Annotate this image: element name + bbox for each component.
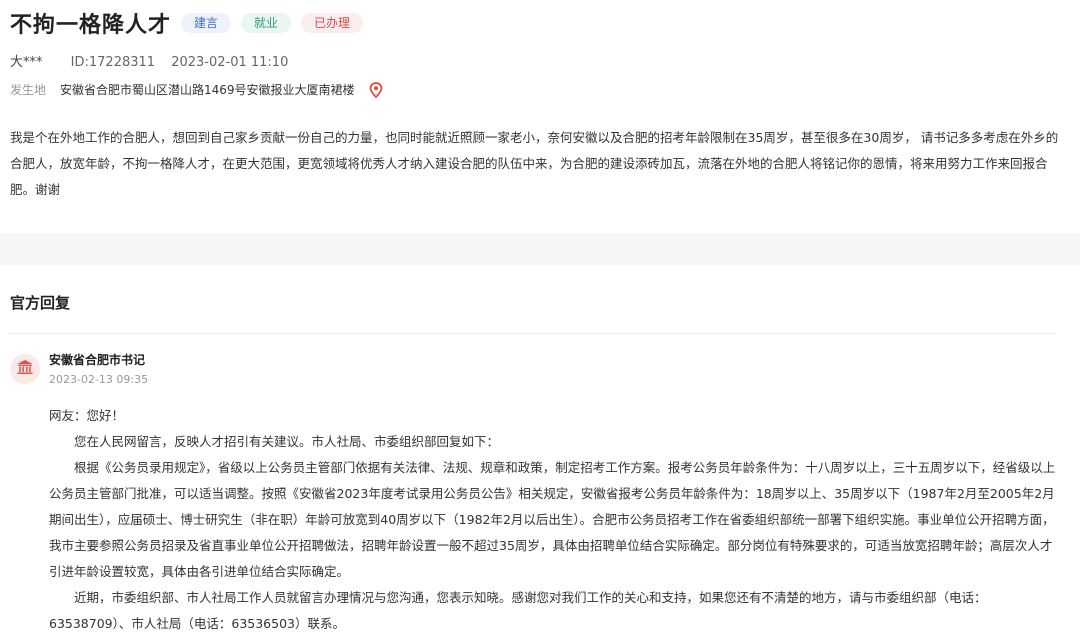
reply-header: 安徽省合肥市书记 2023-02-13 09:35 [0,348,1080,387]
reply-paragraph: 近期，市委组织部、市人社局工作人员就留言办理情况与您沟通，您表示知晓。感谢您对我… [49,590,987,631]
location-pin-icon[interactable] [369,82,383,99]
government-building-icon [16,358,34,380]
org-name: 安徽省合肥市书记 [49,353,146,367]
location-label: 发生地 [10,83,47,97]
reply-paragraph: 根据《公务员录用规定》，省级以上公务员主管部门依据有关法律、法规、规章和政策，制… [49,460,1056,579]
message-meta: 大*** ID:17228311 2023-02-01 11:10 [10,54,1070,72]
status-badge: 已办理 [301,13,364,33]
author-name: 大*** [10,55,43,70]
reply-paragraph: 您在人民网留言，反映人才招引有关建议。市人社局、市委组织部回复如下： [74,434,500,449]
page-title: 不拘一格降人才 [10,13,172,38]
location-address: 安徽省合肥市蜀山区潜山路1469号安徽报业大厦南裙楼 [60,83,355,97]
reply-time: 2023-02-13 09:35 [49,373,149,386]
message-datetime: 2023-02-01 11:10 [171,55,289,70]
message-header: 不拘一格降人才 建言 就业 已办理 大*** ID:17228311 2023-… [0,0,1080,99]
location-row: 发生地 安徽省合肥市蜀山区潜山路1469号安徽报业大厦南裙楼 [10,81,1070,99]
tag-suggestion[interactable]: 建言 [181,13,232,33]
divider [10,333,1056,334]
message-id: ID:17228311 [70,55,156,70]
title-row: 不拘一格降人才 建言 就业 已办理 [10,10,1070,38]
official-reply-title: 官方回复 [10,294,71,312]
avatar [10,354,40,384]
message-content: 我是个在外地工作的合肥人，想回到自己家乡贡献一份自己的力量，也同时能就近照顾一家… [10,130,1059,197]
reply-body: 网友：您好！ 您在人民网留言，反映人才招引有关建议。市人社局、市委组织部回复如下… [0,403,1059,637]
reply-org: 安徽省合肥市书记 2023-02-13 09:35 [49,348,148,387]
reply-greeting: 网友：您好！ [49,408,125,423]
section-divider [0,233,1080,265]
tag-employment[interactable]: 就业 [241,13,292,33]
